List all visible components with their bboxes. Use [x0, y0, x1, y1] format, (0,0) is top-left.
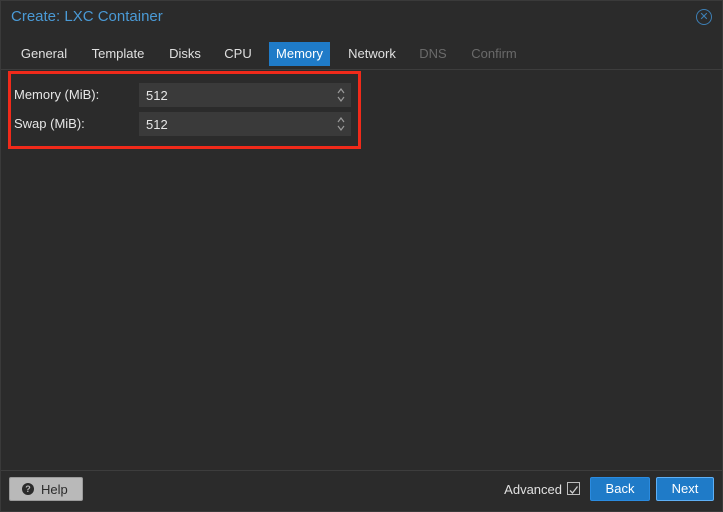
memory-field[interactable]: [139, 83, 351, 107]
next-button[interactable]: Next: [656, 477, 714, 501]
back-button[interactable]: Back: [590, 477, 650, 501]
swap-spinner-icon[interactable]: [336, 115, 346, 133]
tab-confirm: Confirm: [471, 46, 517, 61]
wizard-tabs: General Template Disks CPU Memory Networ…: [1, 39, 722, 70]
close-icon[interactable]: ✕: [696, 9, 712, 25]
memory-label: Memory (MiB):: [14, 87, 100, 102]
swap-row: Swap (MiB):: [1, 112, 722, 136]
swap-label: Swap (MiB):: [14, 116, 85, 131]
tab-memory[interactable]: Memory: [269, 42, 330, 66]
checkmark-icon: [569, 486, 579, 494]
dialog-titlebar: Create: LXC Container ✕: [1, 1, 722, 35]
create-lxc-dialog: Create: LXC Container ✕ General Template…: [0, 0, 723, 512]
advanced-label: Advanced: [504, 482, 562, 497]
question-icon: ?: [22, 483, 34, 495]
tab-cpu[interactable]: CPU: [217, 42, 259, 66]
tab-network[interactable]: Network: [341, 42, 403, 66]
memory-spinner-icon[interactable]: [336, 86, 346, 104]
help-button[interactable]: ? Help: [9, 477, 83, 501]
dialog-footer: ? Help Advanced Back Next: [1, 470, 722, 511]
dialog-title: Create: LXC Container: [11, 8, 163, 25]
swap-input[interactable]: [146, 113, 326, 135]
help-label: Help: [41, 482, 68, 497]
tab-general[interactable]: General: [11, 42, 77, 66]
memory-input[interactable]: [146, 84, 326, 106]
tab-dns: DNS: [419, 46, 447, 61]
memory-row: Memory (MiB):: [1, 83, 722, 107]
memory-form: Memory (MiB): Swap (MiB):: [1, 70, 722, 471]
tab-disks[interactable]: Disks: [161, 42, 209, 66]
tab-template[interactable]: Template: [85, 42, 151, 66]
swap-field[interactable]: [139, 112, 351, 136]
advanced-checkbox[interactable]: [567, 482, 580, 495]
